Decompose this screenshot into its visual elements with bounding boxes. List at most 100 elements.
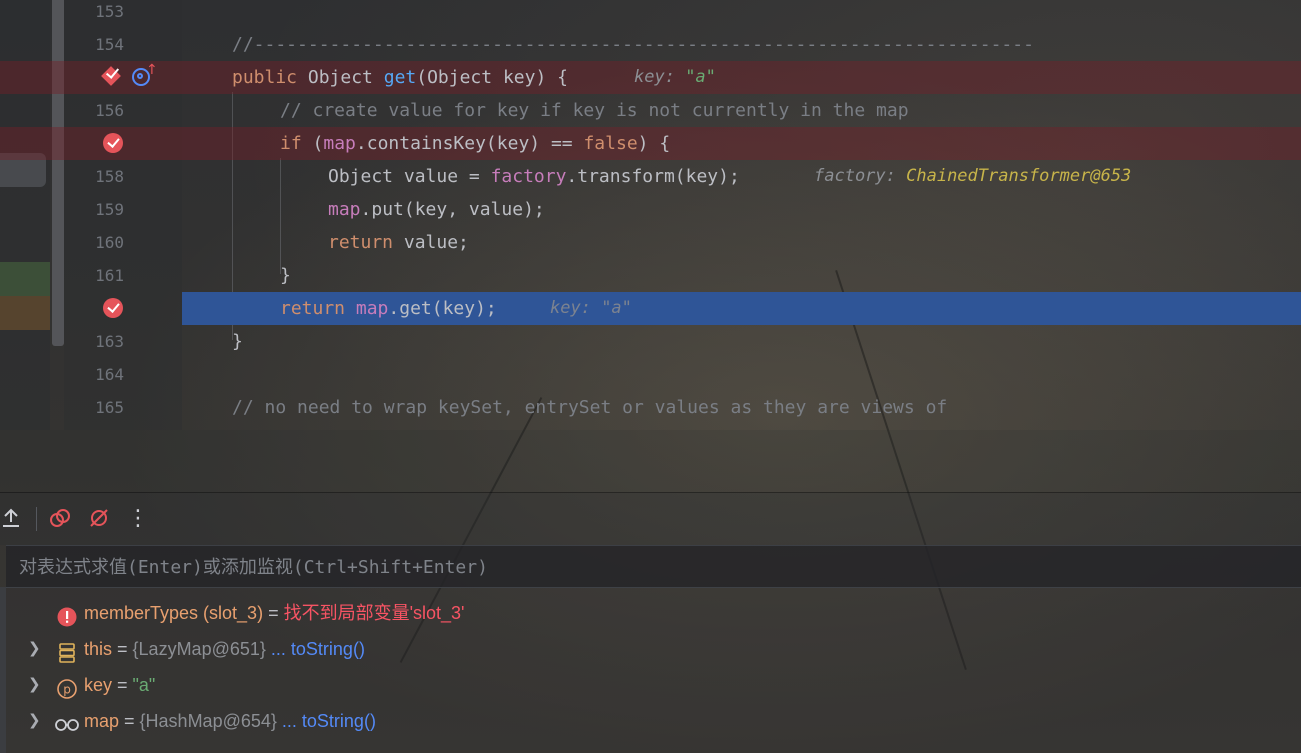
comment-text: //--------------------------------------…: [232, 34, 1034, 55]
code-text: }: [280, 265, 291, 286]
field-name: map: [323, 133, 356, 154]
field-name: map: [355, 298, 389, 319]
code-line[interactable]: 161 }: [0, 259, 1301, 292]
code-line[interactable]: 158 Object value = factory.transform(key…: [0, 160, 1301, 193]
more-icon[interactable]: ⋮: [124, 503, 152, 533]
variable-row[interactable]: memberTypes (slot_3) = 找不到局部变量'slot_3': [0, 595, 1301, 631]
variable-text: this = {LazyMap@651} ... toString(): [84, 631, 365, 667]
variable-name: this: [84, 639, 113, 659]
variable-row[interactable]: ❯ map = {HashMap@654} ... toString(): [0, 703, 1301, 739]
expand-chevron-icon[interactable]: ❯: [28, 703, 42, 739]
variable-equals: =: [119, 711, 140, 731]
code-fragment: Object value =: [328, 166, 491, 187]
mute-breakpoints-icon[interactable]: [85, 503, 113, 533]
watch-glasses-icon: [54, 711, 80, 731]
field-name: factory: [490, 166, 567, 187]
code-fragment: Object: [297, 67, 384, 88]
variable-name: map: [84, 711, 120, 731]
code-fragment: (: [301, 133, 324, 154]
line-number: 159: [95, 200, 124, 219]
code-line[interactable]: 165 // no need to wrap keySet, entrySet …: [0, 391, 1301, 424]
code-line[interactable]: 164: [0, 358, 1301, 391]
variable-type: {LazyMap@651}: [132, 639, 266, 659]
evaluate-expression-input[interactable]: [6, 546, 1301, 589]
keyword: false: [583, 133, 638, 154]
variable-text: key = "a": [84, 667, 155, 703]
expand-chevron-icon[interactable]: ❯: [28, 667, 42, 703]
code-fragment: .put(key, value);: [360, 199, 545, 220]
variable-row[interactable]: ❯ p key = "a": [0, 667, 1301, 703]
code-text: return map.get(key);: [280, 292, 497, 325]
upload-icon[interactable]: [0, 503, 25, 533]
tostring-link[interactable]: ... toString(): [277, 711, 376, 731]
view-breakpoints-icon[interactable]: [46, 503, 74, 533]
code-line[interactable]: 154 //----------------------------------…: [0, 28, 1301, 61]
inline-debug-hint: key: "a": [634, 61, 716, 94]
hint-label: key:: [634, 67, 686, 87]
code-fragment: [345, 298, 356, 319]
line-number: 164: [95, 365, 124, 384]
line-number: 153: [95, 2, 124, 21]
code-line[interactable]: 163 }: [0, 325, 1301, 358]
inline-debug-hint: factory: ChainedTransformer@653: [814, 160, 1131, 193]
error-icon: [57, 603, 77, 627]
code-text: map.put(key, value);: [328, 193, 545, 226]
breakpoint-icon[interactable]: [103, 298, 123, 318]
line-number: 158: [95, 167, 124, 186]
line-number: 161: [95, 266, 124, 285]
overriding-arrow-icon: ↑: [146, 62, 158, 78]
code-text: }: [232, 331, 243, 352]
line-number: 156: [95, 101, 124, 120]
code-line[interactable]: 159 map.put(key, value);: [0, 193, 1301, 226]
parameter-icon: p: [57, 675, 77, 699]
variable-equals: =: [112, 639, 133, 659]
evaluate-expression-bar: [6, 545, 1301, 589]
variable-type: {HashMap@654}: [139, 711, 277, 731]
variable-equals: =: [112, 675, 133, 695]
line-number: 165: [95, 398, 124, 417]
code-fragment: (Object key) {: [416, 67, 568, 88]
expand-chevron-icon[interactable]: ❯: [28, 631, 42, 667]
breakpoint-icon[interactable]: [103, 133, 123, 153]
code-line-breakpoint[interactable]: if (map.containsKey(key) == false) {: [0, 127, 1301, 160]
code-text: return value;: [328, 226, 469, 259]
code-line-current[interactable]: return map.get(key); key: "a": [0, 292, 1301, 325]
field-stack-icon: [57, 639, 77, 663]
line-number: 160: [95, 233, 124, 252]
code-text: public Object get(Object key) {: [232, 61, 568, 94]
hint-value: "a": [601, 298, 632, 318]
variable-equals: =: [263, 603, 284, 623]
hint-label: key:: [550, 298, 602, 318]
debug-toolbar: ⋮: [0, 492, 1301, 545]
panel-divider[interactable]: [0, 430, 1301, 492]
inline-debug-hint: key: "a": [550, 292, 632, 325]
code-line[interactable]: 160 return value;: [0, 226, 1301, 259]
code-editor[interactable]: 153 154 //------------------------------…: [0, 0, 1301, 430]
tostring-link[interactable]: ... toString(): [266, 639, 365, 659]
hint-label: factory:: [814, 166, 907, 186]
variable-text: memberTypes (slot_3) = 找不到局部变量'slot_3': [84, 595, 464, 631]
code-fragment: value;: [393, 232, 469, 253]
variable-name: memberTypes (slot_3): [84, 603, 264, 623]
keyword: return: [328, 232, 394, 253]
field-name: map: [328, 199, 361, 220]
code-fragment: .transform(key);: [566, 166, 740, 187]
method-name: get: [383, 67, 417, 88]
hint-value: "a": [685, 67, 716, 87]
keyword: if: [280, 133, 302, 154]
variable-row[interactable]: ❯ this = {LazyMap@651} ... toString(): [0, 631, 1301, 667]
variable-name: key: [84, 675, 113, 695]
line-number: 154: [95, 35, 124, 54]
code-text: if (map.containsKey(key) == false) {: [280, 127, 670, 160]
code-fragment: .get(key);: [388, 298, 497, 319]
hint-value: ChainedTransformer@653: [906, 166, 1132, 186]
keyword: return: [280, 298, 346, 319]
variable-text: map = {HashMap@654} ... toString(): [84, 703, 376, 739]
svg-text:p: p: [63, 683, 71, 697]
code-line[interactable]: 153: [0, 0, 1301, 28]
variable-value: "a": [132, 675, 156, 695]
code-line[interactable]: 156 // create value for key if key is no…: [0, 94, 1301, 127]
comment-text: // no need to wrap keySet, entrySet or v…: [232, 397, 948, 418]
variable-error-value: 找不到局部变量'slot_3': [283, 603, 465, 623]
code-line-breakpoint[interactable]: ↑ public Object get(Object key) { key: "…: [0, 61, 1301, 94]
